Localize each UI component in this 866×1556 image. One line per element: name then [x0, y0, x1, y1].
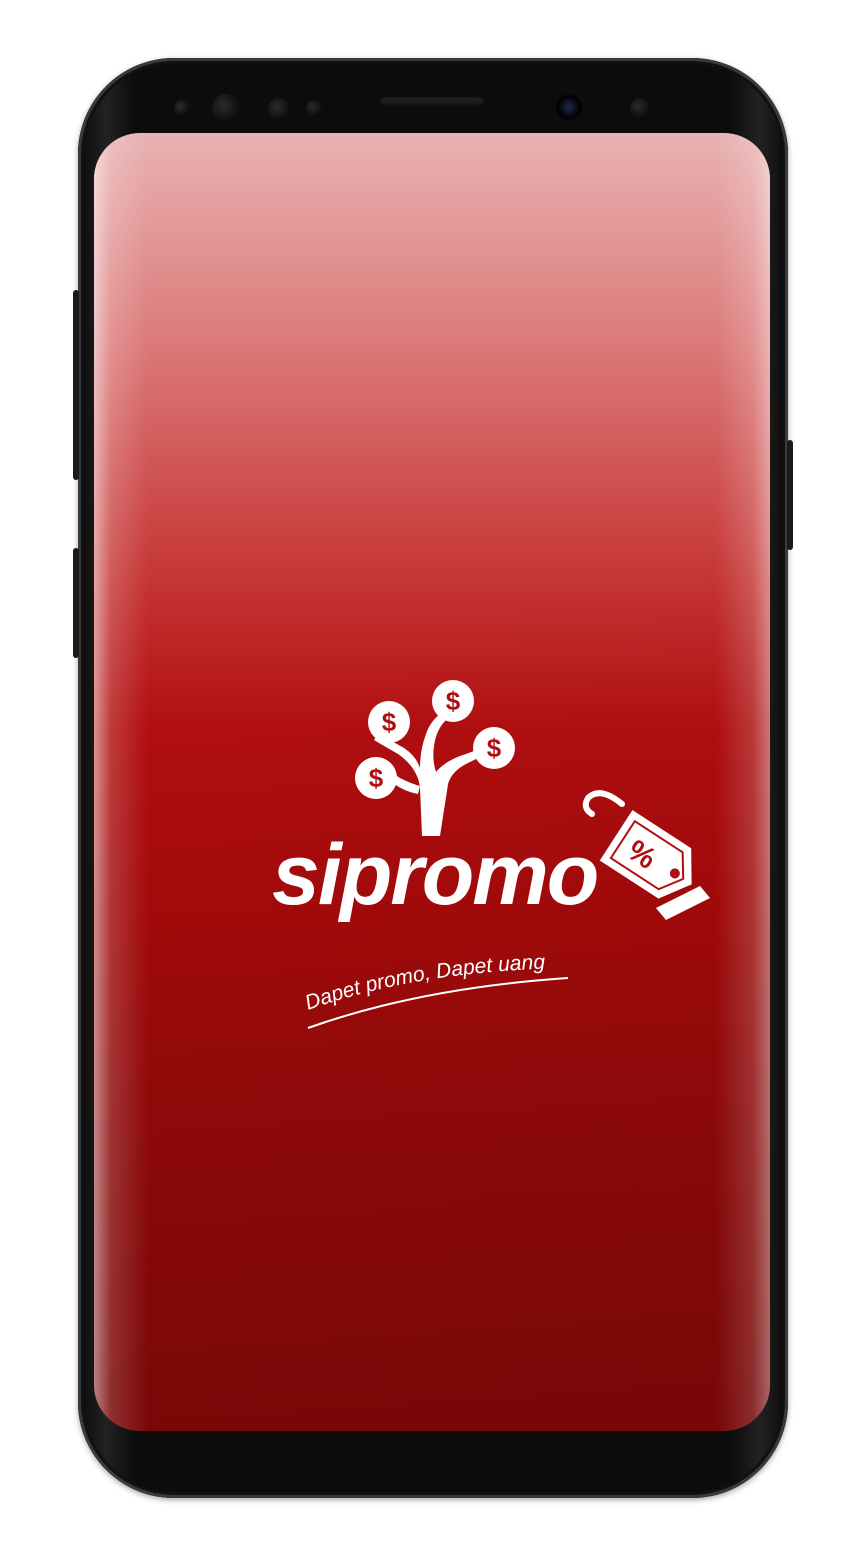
- iris-sensor-icon: [212, 94, 240, 122]
- phone-top-bezel: [78, 58, 788, 138]
- earpiece-speaker: [380, 96, 484, 106]
- assistant-button: [73, 548, 79, 658]
- dollar-coin-icon: $: [487, 733, 502, 763]
- dollar-coin-icon: $: [369, 763, 384, 793]
- app-logo: $ $ $ $ sipromo %: [270, 676, 710, 926]
- app-tagline-block: Dapet promo, Dapet uang: [300, 940, 590, 1040]
- sensor-dot-icon: [306, 100, 322, 116]
- front-camera-icon: [556, 94, 582, 120]
- dollar-coin-icon: $: [382, 707, 397, 737]
- iris-led-icon: [630, 98, 650, 118]
- discount-tag-icon: %: [582, 790, 710, 920]
- app-wordmark: sipromo: [272, 827, 597, 923]
- light-sensor-icon: [268, 98, 290, 120]
- dollar-coin-icon: $: [446, 686, 461, 716]
- volume-button: [73, 290, 79, 480]
- proximity-sensor-icon: [174, 100, 190, 116]
- power-button: [787, 440, 793, 550]
